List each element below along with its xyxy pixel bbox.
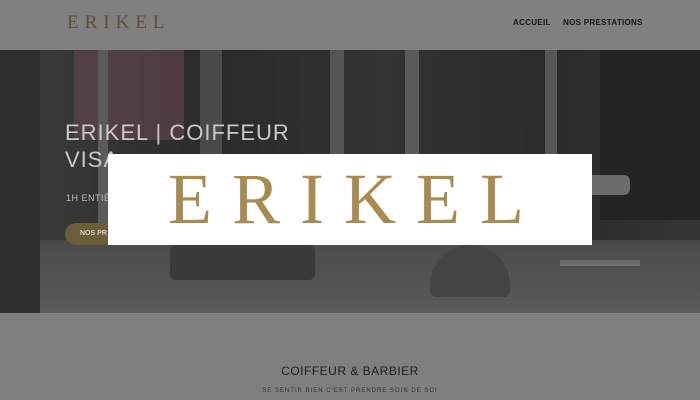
logo-overlay: ERIKEL [108, 154, 592, 245]
overlay-logo: ERIKEL [168, 159, 544, 239]
site-header: ERIKEL ACCUEIL NOS PRESTATIONS [0, 0, 700, 50]
nav-accueil[interactable]: ACCUEIL [513, 18, 551, 27]
site-logo[interactable]: ERIKEL [67, 12, 171, 34]
nav-prestations[interactable]: NOS PRESTATIONS [563, 18, 643, 27]
section-title: COIFFEUR & BARBIER [281, 364, 419, 378]
hero-subtitle: 1H ENTIÈ [66, 193, 111, 203]
section-subtitle: SE SENTIR BIEN C'EST PRENDRE SOIN DE SOI [262, 388, 438, 394]
